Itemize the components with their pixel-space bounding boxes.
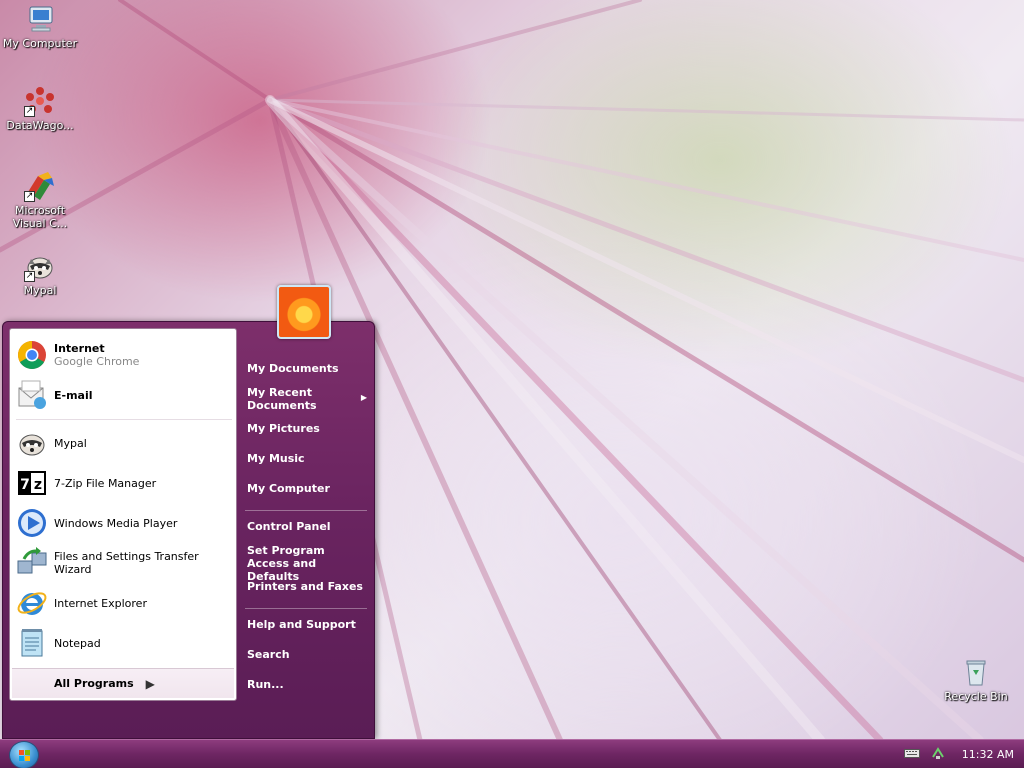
all-programs-label: All Programs bbox=[54, 677, 134, 690]
divider bbox=[16, 419, 232, 420]
desktop-icon-datawagon[interactable]: ↗ DataWago... bbox=[0, 85, 80, 132]
desktop-icon-label: DataWago... bbox=[6, 119, 74, 132]
desktop-icon-recycle-bin[interactable]: Recycle Bin bbox=[936, 656, 1016, 703]
desktop-icon-visual-studio[interactable]: ↗ Microsoft Visual C... bbox=[0, 170, 80, 230]
arrow-right-icon: ▶ bbox=[145, 676, 155, 691]
start-item-label: Files and Settings Transfer Wizard bbox=[54, 550, 199, 576]
divider bbox=[245, 608, 367, 609]
all-programs-button[interactable]: All Programs ▶ bbox=[12, 668, 234, 698]
desktop-icon-label: Recycle Bin bbox=[944, 690, 1008, 703]
start-menu-programs-pane: Internet Google Chrome E-mail Mypal 7z 7… bbox=[9, 328, 237, 701]
chrome-icon bbox=[16, 339, 48, 371]
place-run[interactable]: Run... bbox=[247, 678, 371, 691]
place-help-and-support[interactable]: Help and Support bbox=[247, 618, 371, 631]
submenu-arrow-icon: ▶ bbox=[360, 393, 367, 402]
user-picture[interactable] bbox=[277, 285, 331, 339]
datawagon-icon: ↗ bbox=[24, 85, 56, 117]
media-player-icon bbox=[16, 507, 48, 539]
start-item-email[interactable]: E-mail bbox=[16, 377, 232, 413]
email-icon bbox=[16, 379, 48, 411]
start-item-label: Mypal bbox=[54, 436, 87, 450]
start-item-media-player[interactable]: Windows Media Player bbox=[16, 505, 232, 541]
network-icon[interactable] bbox=[930, 745, 946, 764]
svg-text:7: 7 bbox=[20, 477, 30, 493]
start-item-internet-explorer[interactable]: Internet Explorer bbox=[16, 585, 232, 621]
start-item-label: Notepad bbox=[54, 636, 101, 650]
internet-explorer-icon bbox=[16, 587, 48, 619]
start-item-subtitle: Google Chrome bbox=[54, 355, 140, 368]
start-item-label: Windows Media Player bbox=[54, 516, 178, 530]
start-item-title: Internet bbox=[54, 342, 105, 355]
mypal-icon bbox=[16, 427, 48, 459]
desktop-icon-label: Microsoft Visual C... bbox=[12, 204, 68, 230]
place-control-panel[interactable]: Control Panel bbox=[247, 520, 371, 533]
7zip-icon: 7z bbox=[16, 467, 48, 499]
place-my-documents[interactable]: My Documents bbox=[247, 362, 371, 375]
windows-logo-icon bbox=[19, 750, 30, 761]
place-printers-and-faxes[interactable]: Printers and Faxes bbox=[247, 580, 371, 593]
place-set-program-access[interactable]: Set Program Access and Defaults bbox=[247, 544, 371, 583]
shortcut-arrow-icon: ↗ bbox=[24, 271, 35, 282]
start-item-label: 7-Zip File Manager bbox=[54, 476, 157, 490]
my-computer-icon bbox=[24, 3, 56, 35]
start-button[interactable] bbox=[9, 741, 39, 768]
desktop-icon-label: Mypal bbox=[23, 284, 57, 297]
notepad-icon bbox=[16, 627, 48, 659]
desktop-icon-label: My Computer bbox=[2, 37, 78, 50]
divider bbox=[245, 510, 367, 511]
start-item-transfer-wizard[interactable]: Files and Settings Transfer Wizard bbox=[16, 545, 232, 581]
start-menu-places-pane: My Documents My Recent Documents ▶ My Pi… bbox=[241, 322, 373, 738]
place-my-pictures[interactable]: My Pictures bbox=[247, 422, 371, 435]
transfer-wizard-icon bbox=[16, 547, 48, 579]
start-item-title: E-mail bbox=[54, 388, 93, 402]
place-my-recent-documents[interactable]: My Recent Documents ▶ bbox=[247, 386, 371, 412]
shortcut-arrow-icon: ↗ bbox=[24, 191, 35, 202]
place-my-music[interactable]: My Music bbox=[247, 452, 371, 465]
start-item-internet[interactable]: Internet Google Chrome bbox=[16, 337, 232, 373]
mypal-icon: ↗ bbox=[24, 250, 56, 282]
desktop-icon-mypal[interactable]: ↗ Mypal bbox=[0, 250, 80, 297]
desktop-icon-my-computer[interactable]: My Computer bbox=[0, 3, 80, 50]
start-item-mypal[interactable]: Mypal bbox=[16, 425, 232, 461]
recycle-bin-icon bbox=[960, 656, 992, 688]
start-item-label: Internet Explorer bbox=[54, 596, 147, 610]
start-item-7zip[interactable]: 7z 7-Zip File Manager bbox=[16, 465, 232, 501]
start-menu: Internet Google Chrome E-mail Mypal 7z 7… bbox=[2, 321, 375, 739]
place-search[interactable]: Search bbox=[247, 648, 371, 661]
visual-studio-icon: ↗ bbox=[24, 170, 56, 202]
system-tray: 11:32 AM bbox=[894, 740, 1024, 768]
place-my-computer[interactable]: My Computer bbox=[247, 482, 371, 495]
start-item-notepad[interactable]: Notepad bbox=[16, 625, 232, 661]
clock[interactable]: 11:32 AM bbox=[962, 748, 1014, 761]
taskbar: 11:32 AM bbox=[0, 739, 1024, 768]
svg-text:z: z bbox=[34, 477, 42, 493]
keyboard-icon[interactable] bbox=[903, 747, 920, 762]
shortcut-arrow-icon: ↗ bbox=[24, 106, 35, 117]
